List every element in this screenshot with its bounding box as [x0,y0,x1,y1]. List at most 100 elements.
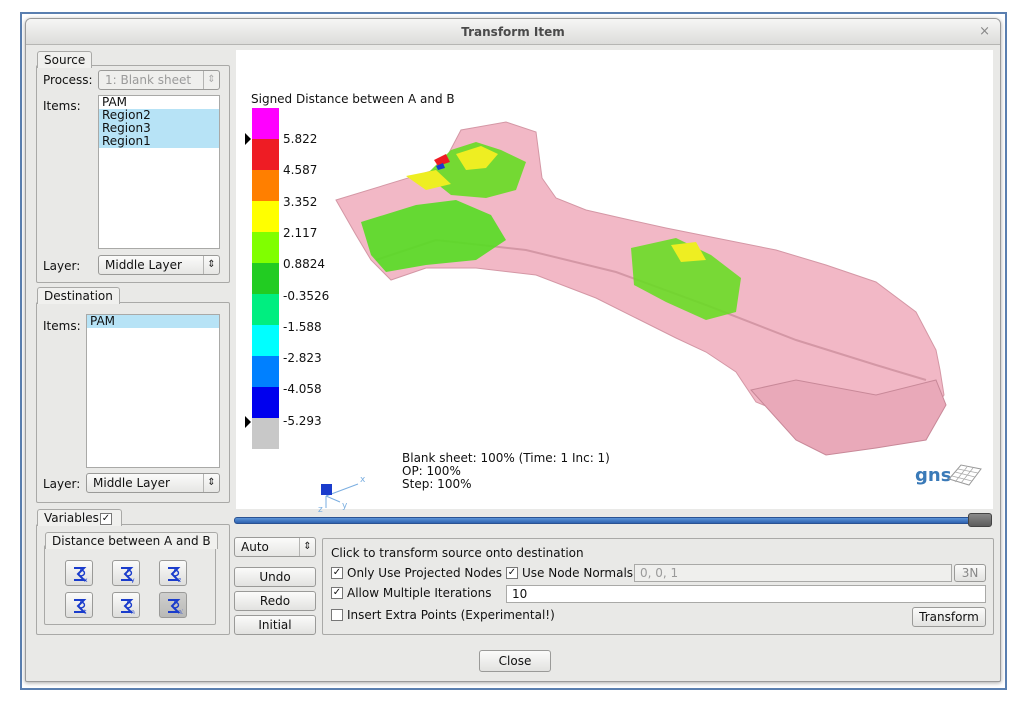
color-legend [252,108,279,449]
svg-text:x: x [360,475,366,485]
distance-t-icon: t [74,599,87,615]
updown-arrows-icon: ⇕ [203,474,219,492]
layer-value: Middle Layer [105,258,182,272]
destination-tab[interactable]: Destination [37,287,120,304]
extra-points-label: Insert Extra Points (Experimental!) [347,608,555,622]
distance-tab[interactable]: Distance between A and B [45,532,218,549]
items-label: Items: [43,99,81,113]
legend-value: -5.293 [283,413,322,428]
gns-logo: gns [915,461,985,489]
legend-max-pointer-icon[interactable] [245,133,251,145]
gns-logo-text: gns [915,465,952,486]
svg-text:t: t [84,609,87,615]
legend-value: -4.058 [283,382,322,397]
distance-y-icon: y [121,567,135,583]
only-projected-checkbox[interactable]: ✓ [331,567,343,579]
variables-checkbox[interactable]: ✓ [100,513,112,525]
undo-button[interactable]: Undo [234,567,316,587]
close-button[interactable]: Close [479,650,551,672]
window-title: Transform Item [461,25,565,39]
use-normals-checkbox[interactable]: ✓ [506,567,518,579]
legend-value: 3.352 [283,194,318,209]
distance-n-button[interactable]: n [112,592,140,618]
allow-multiple-label: Allow Multiple Iterations [347,586,492,600]
layer-value: Middle Layer [93,476,170,490]
destination-layer-select[interactable]: Middle Layer ⇕ [86,473,220,493]
process-value: 1: Blank sheet [105,73,192,87]
distance-n-icon: n [121,599,135,615]
legend-value: 5.822 [283,132,318,146]
part-lower-flange [750,379,947,456]
svg-text:y: y [131,577,135,583]
source-items-list[interactable]: PAM Region2 Region3 Region1 [98,95,220,249]
updown-arrows-icon: ⇕ [299,538,315,556]
process-label: Process: [43,73,93,87]
info-line-3: Step: 100% [402,477,472,491]
use-normals-label: Use Node Normals [522,566,634,580]
transform-button[interactable]: Transform [912,607,986,627]
3d-viewport[interactable]: Signed Distance between A and B x z y Bl… [236,50,993,513]
source-tab[interactable]: Source [37,51,93,68]
legend-swatch [252,108,279,139]
mode-select[interactable]: Auto ⇕ [234,537,316,557]
updown-arrows-icon: ⇕ [203,256,219,274]
transform-hint: Click to transform source onto destinati… [331,546,584,560]
transform-item-dialog: Transform Item × Source Process: 1: Blan… [25,18,1001,682]
mode-value: Auto [241,540,269,554]
legend-value: -2.823 [283,351,322,366]
distance-x-button[interactable]: x [65,560,93,586]
layer-label: Layer: [43,259,81,273]
legend-swatch [252,232,279,263]
legend-swatch [252,387,279,418]
variables-label: Variables [44,511,99,525]
progress-slider[interactable] [234,517,992,524]
layer-label: Layer: [43,477,81,491]
legend-value: 4.587 [283,163,318,178]
distance-z-icon: z [168,567,181,583]
only-projected-label: Only Use Projected Nodes [347,566,502,580]
destination-items-list[interactable]: PAM [86,314,220,468]
distance-z-button[interactable]: z [159,560,187,586]
process-select[interactable]: 1: Blank sheet ⇕ [98,70,220,90]
items-label: Items: [43,319,81,333]
svg-text:n1: n1 [178,609,183,615]
distance-n1-icon: n1 [168,599,183,615]
close-icon[interactable]: × [979,19,990,45]
legend-swatch [252,139,279,170]
distance-n1-button[interactable]: n1 [159,592,187,618]
extra-points-checkbox[interactable] [331,609,343,621]
distance-y-button[interactable]: y [112,560,140,586]
legend-value: -0.3526 [283,288,330,303]
legend-swatch [252,263,279,294]
legend-value: -1.588 [283,319,322,334]
updown-arrows-icon: ⇕ [203,71,219,89]
slider-handle[interactable] [968,513,992,527]
distance-x-icon: x [74,567,88,583]
normals-3n-button[interactable]: 3N [954,564,986,582]
initial-button[interactable]: Initial [234,615,316,635]
legend-value: 2.117 [283,225,318,240]
svg-text:x: x [84,577,88,583]
mesh-logo-icon [948,464,982,486]
variables-tab[interactable]: Variables ✓ [37,509,122,526]
part-render[interactable] [236,50,993,509]
redo-button[interactable]: Redo [234,591,316,611]
svg-text:z: z [318,505,323,513]
iterations-field[interactable]: 10 [506,585,986,603]
distance-t-button[interactable]: t [65,592,93,618]
allow-multiple-checkbox[interactable]: ✓ [331,587,343,599]
legend-swatch [252,325,279,356]
svg-text:z: z [178,577,181,583]
normals-field[interactable]: 0, 0, 1 [634,564,952,582]
legend-swatch [252,356,279,387]
legend-min-pointer-icon[interactable] [245,416,251,428]
svg-text:n: n [131,609,135,615]
list-item[interactable]: PAM [87,315,219,328]
legend-swatch [252,294,279,325]
title-bar: Transform Item × [26,19,1000,45]
source-layer-select[interactable]: Middle Layer ⇕ [98,255,220,275]
legend-swatch [252,170,279,201]
list-item[interactable]: Region1 [99,135,219,148]
svg-text:y: y [342,501,348,511]
axis-triad-icon: x z y [318,475,366,513]
